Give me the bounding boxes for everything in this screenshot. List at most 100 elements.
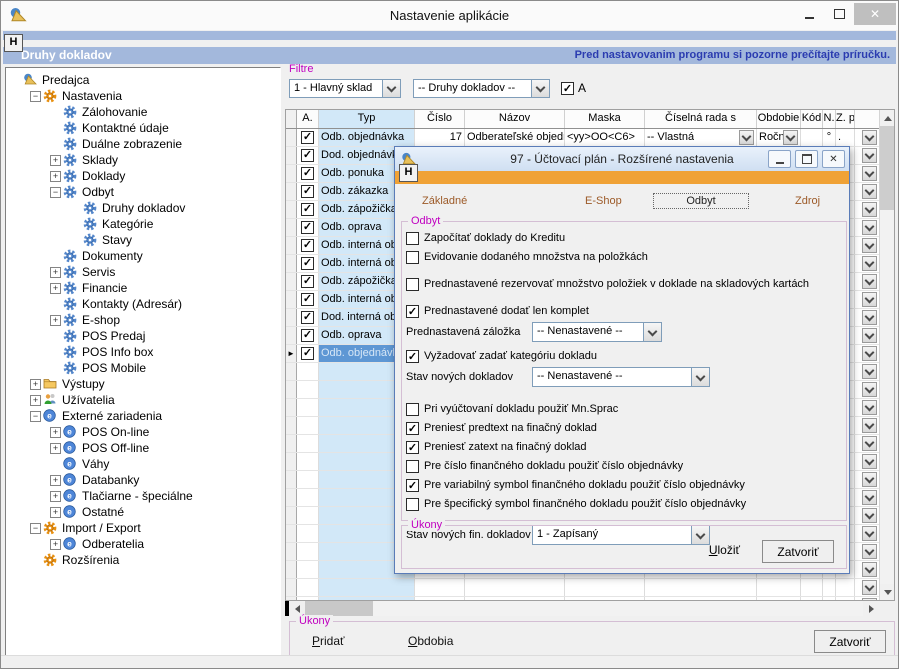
tree-item-tla-iarne-peci-lne[interactable]: +eTlačiarne - špeciálne [6, 488, 280, 504]
chevron-down-icon[interactable] [862, 472, 877, 487]
option-prednastaven-doda-len-komplet[interactable]: Prednastavené dodať len komplet [406, 303, 842, 319]
tree-item-pos-off-line[interactable]: +ePOS Off-line [6, 440, 280, 456]
column-header-z-pc[interactable]: Z. pc [836, 110, 855, 128]
tree-item-doklady[interactable]: +Doklady [6, 168, 280, 184]
tree-item-pos-info-box[interactable]: POS Info box [6, 344, 280, 360]
horizontal-scrollbar[interactable] [285, 601, 895, 616]
tree-item-odberatelia[interactable]: +eOdberatelia [6, 536, 280, 552]
row-active-checkbox[interactable] [301, 221, 314, 234]
scroll-down-icon[interactable] [880, 584, 895, 600]
prednastaven-z-lo-ka-combobox[interactable]: -- Nenastavené -- [532, 322, 662, 342]
column-header-seln-rada-s[interactable]: Číselná rada s [645, 110, 757, 128]
tree-item-import-export[interactable]: −Import / Export [6, 520, 280, 536]
chevron-down-icon[interactable] [382, 80, 400, 97]
dialog-help-h-button[interactable]: H [399, 164, 418, 182]
option-pre-slo-finan-n-ho-dokladu-pou-i-slo-obj[interactable]: Pre číslo finančného dokladu použiť čísl… [406, 458, 842, 474]
minus-expander-icon[interactable]: − [30, 523, 41, 534]
chevron-down-icon[interactable] [739, 130, 754, 145]
minus-expander-icon[interactable]: − [50, 187, 61, 198]
tree-item-e-shop[interactable]: +E-shop [6, 312, 280, 328]
column-header-k-d[interactable]: Kód [801, 110, 823, 128]
plus-expander-icon[interactable]: + [30, 395, 41, 406]
chevron-down-icon[interactable] [643, 323, 661, 341]
checkbox[interactable] [406, 422, 419, 435]
row-active-checkbox[interactable] [301, 329, 314, 342]
maximize-icon[interactable] [824, 3, 854, 25]
checkbox[interactable] [406, 479, 419, 492]
option-evidovanie-dodan-ho-mno-stva-na-polo-k-c[interactable]: Evidovanie dodaného množstva na položkác… [406, 249, 842, 265]
chevron-down-icon[interactable] [862, 184, 877, 199]
close-button[interactable]: Zatvoriť [814, 630, 886, 653]
row-active-checkbox[interactable] [301, 347, 314, 360]
checkbox[interactable] [406, 350, 419, 363]
row-active-checkbox[interactable] [301, 293, 314, 306]
checkbox[interactable] [406, 460, 419, 473]
column-header-obdobie[interactable]: Obdobie [757, 110, 801, 128]
tab-z-kladn[interactable]: Základné [422, 195, 467, 207]
option-pri-vy-tovan-dokladu-pou-i-mn-sprac[interactable]: Pri vyúčtovaní dokladu použiť Mn.Sprac [406, 401, 842, 417]
chevron-down-icon[interactable] [862, 238, 877, 253]
tree-item-dokumenty[interactable]: Dokumenty [6, 248, 280, 264]
minus-expander-icon[interactable]: − [30, 411, 41, 422]
scroll-right-icon[interactable] [863, 601, 879, 617]
chevron-down-icon[interactable] [862, 544, 877, 559]
column-header-typ[interactable]: Typ [319, 110, 415, 128]
filter-a-checkbox[interactable] [561, 82, 574, 95]
tree-item-extern-zariadenia[interactable]: −eExterné zariadenia [6, 408, 280, 424]
plus-expander-icon[interactable]: + [50, 315, 61, 326]
tree-item-predajca[interactable]: Predajca [6, 72, 280, 88]
row-active-checkbox[interactable] [301, 185, 314, 198]
vertical-scroll-thumb[interactable] [880, 126, 895, 210]
chevron-down-icon[interactable] [862, 400, 877, 415]
tab-odbyt[interactable]: Odbyt [653, 193, 749, 209]
plus-expander-icon[interactable]: + [50, 491, 61, 502]
chevron-down-icon[interactable] [862, 562, 877, 577]
chevron-down-icon[interactable] [862, 418, 877, 433]
restore-icon[interactable] [795, 150, 818, 168]
tree-item-kateg-rie[interactable]: Kategórie [6, 216, 280, 232]
chevron-down-icon[interactable] [862, 526, 877, 541]
plus-expander-icon[interactable]: + [50, 443, 61, 454]
chevron-down-icon[interactable] [862, 202, 877, 217]
chevron-down-icon[interactable] [862, 436, 877, 451]
plus-expander-icon[interactable]: + [50, 267, 61, 278]
checkbox[interactable] [406, 232, 419, 245]
chevron-down-icon[interactable] [862, 580, 877, 595]
column-header-slo[interactable]: Číslo [415, 110, 465, 128]
chevron-down-icon[interactable] [691, 368, 709, 386]
tree-item-u-vatelia[interactable]: +Užívatelia [6, 392, 280, 408]
checkbox[interactable] [406, 305, 419, 318]
option-prenies-zatext-na-fina-n-doklad[interactable]: Preniesť zatext na finačný doklad [406, 439, 842, 455]
tree-item-sklady[interactable]: +Sklady [6, 152, 280, 168]
row-active-checkbox[interactable] [301, 149, 314, 162]
minus-expander-icon[interactable]: − [30, 91, 41, 102]
option-pre-pecifick-symbol-finan-n-ho-dokladu-p[interactable]: Pre špecifický symbol finančného dokladu… [406, 496, 842, 512]
chevron-down-icon[interactable] [862, 364, 877, 379]
stav-nov-ch-dokladov-combobox[interactable]: -- Nenastavené -- [532, 367, 710, 387]
plus-expander-icon[interactable]: + [50, 171, 61, 182]
warehouse-filter-combobox[interactable]: 1 - Hlavný sklad [289, 79, 401, 98]
plus-expander-icon[interactable]: + [50, 427, 61, 438]
checkbox[interactable] [406, 498, 419, 511]
close-icon[interactable]: ✕ [854, 3, 896, 25]
tree-item-kontakty-adres-r[interactable]: Kontakty (Adresár) [6, 296, 280, 312]
option-prenies-predtext-na-fina-n-doklad[interactable]: Preniesť predtext na finačný doklad [406, 420, 842, 436]
checkbox[interactable] [406, 278, 419, 291]
chevron-down-icon[interactable] [862, 274, 877, 289]
checkbox[interactable] [406, 251, 419, 264]
row-active-checkbox[interactable] [301, 275, 314, 288]
tree-item-servis[interactable]: +Servis [6, 264, 280, 280]
column-header-a[interactable]: A. [297, 110, 319, 128]
tree-item-databanky[interactable]: +eDatabanky [6, 472, 280, 488]
column-header-n-zov[interactable]: Názov [465, 110, 565, 128]
vertical-scrollbar[interactable] [879, 110, 895, 600]
minimize-icon[interactable] [768, 150, 791, 168]
table-row[interactable]: Odb. objednávka17Odberateľské objednávky… [286, 129, 879, 147]
chevron-down-icon[interactable] [783, 130, 798, 145]
row-active-checkbox[interactable] [301, 239, 314, 252]
row-active-checkbox[interactable] [301, 257, 314, 270]
chevron-down-icon[interactable] [862, 166, 877, 181]
tab-zdroj[interactable]: Zdroj [795, 195, 820, 207]
option-pre-variabiln-symbol-finan-n-ho-dokladu-[interactable]: Pre variabilný symbol finančného dokladu… [406, 477, 842, 493]
chevron-down-icon[interactable] [862, 508, 877, 523]
